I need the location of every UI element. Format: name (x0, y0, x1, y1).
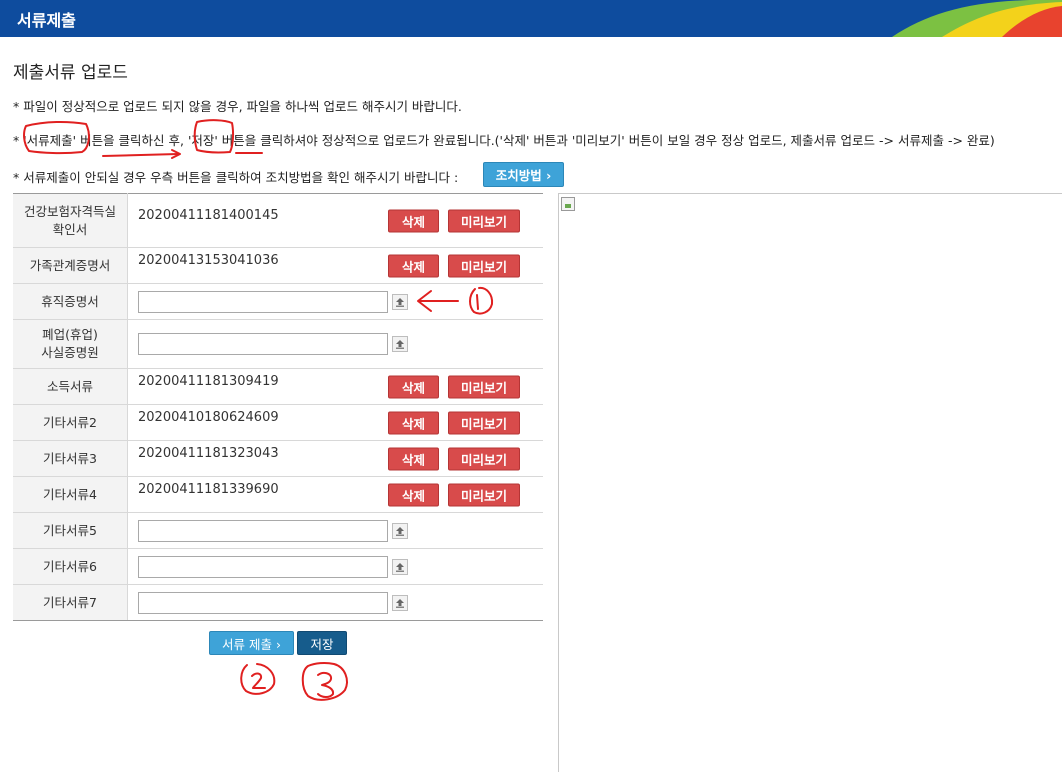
save-button[interactable]: 저장 (297, 631, 347, 655)
document-label: 기타서류3 (13, 440, 128, 477)
preview-button[interactable]: 미리보기 (448, 447, 520, 470)
document-row: 소득서류 20200411181309419 삭제 미리보기 (13, 368, 543, 405)
notice-submit-save: * '서류제출' 버튼을 클릭하신 후, '저장' 버튼을 클릭하셔야 정상적으… (13, 133, 995, 148)
notice-upload-one: * 파일이 정상적으로 업로드 되지 않을 경우, 파일을 하나씩 업로드 해주… (13, 99, 462, 114)
header-title: 서류제출 (17, 11, 76, 30)
delete-button[interactable]: 삭제 (388, 209, 439, 232)
document-label: 기타서류2 (13, 404, 128, 441)
document-row: 기타서류6 (13, 548, 543, 585)
notice-fix-method: * 서류제출이 안되실 경우 우측 버튼을 클릭하여 조치방법을 확인 해주시기… (13, 170, 459, 185)
submit-documents-button[interactable]: 서류 제출 › (209, 631, 294, 655)
document-table: 건강보험자격득실 확인서 20200411181400145 삭제 미리보기 가족관계증… (13, 193, 543, 621)
upload-icon[interactable] (392, 594, 408, 611)
preview-button[interactable]: 미리보기 (448, 411, 520, 434)
document-value-cell: 20200411181309419 삭제 미리보기 (127, 368, 543, 405)
upload-icon[interactable] (392, 522, 408, 539)
uploaded-file-name: 20200411181339690 (138, 481, 279, 497)
preview-button[interactable]: 미리보기 (448, 375, 520, 398)
page-title: 제출서류 업로드 (13, 63, 128, 83)
header-bar: 서류제출 (0, 0, 1062, 37)
upload-icon[interactable] (392, 293, 408, 310)
document-label: 기타서류7 (13, 584, 128, 621)
header-decoration (892, 0, 1062, 37)
document-row: 건강보험자격득실 확인서 20200411181400145 삭제 미리보기 (13, 193, 543, 248)
uploaded-file-name: 20200411181323043 (138, 445, 279, 461)
document-value-cell: 20200411181400145 삭제 미리보기 (127, 193, 543, 248)
document-value-cell (127, 512, 543, 549)
delete-button[interactable]: 삭제 (388, 411, 439, 434)
delete-button[interactable]: 삭제 (388, 254, 439, 277)
document-row: 폐업(휴업) 사실증명원 (13, 319, 543, 369)
delete-button[interactable]: 삭제 (388, 375, 439, 398)
document-label: 폐업(휴업) 사실증명원 (13, 319, 128, 369)
document-label: 기타서류5 (13, 512, 128, 549)
document-label: 소득서류 (13, 368, 128, 405)
document-row: 기타서류2 20200410180624609 삭제 미리보기 (13, 404, 543, 441)
document-value-cell (127, 319, 543, 369)
file-path-input[interactable] (138, 519, 388, 542)
uploaded-file-name: 20200411181309419 (138, 373, 279, 389)
document-row: 휴직증명서 (13, 283, 543, 320)
document-value-cell (127, 283, 543, 320)
document-row: 가족관계증명서 20200413153041036 삭제 미리보기 (13, 247, 543, 284)
document-row: 기타서류5 (13, 512, 543, 549)
file-path-input[interactable] (138, 290, 388, 313)
document-value-cell: 20200413153041036 삭제 미리보기 (127, 247, 543, 284)
document-row: 기타서류4 20200411181339690 삭제 미리보기 (13, 476, 543, 513)
upload-icon[interactable] (392, 336, 408, 352)
document-row: 기타서류7 (13, 584, 543, 621)
file-path-input[interactable] (138, 591, 388, 614)
file-path-input[interactable] (138, 333, 388, 355)
document-label: 건강보험자격득실 확인서 (13, 193, 128, 248)
preview-button[interactable]: 미리보기 (448, 209, 520, 232)
uploaded-file-name: 20200411181400145 (138, 207, 279, 223)
document-value-cell: 20200411181323043 삭제 미리보기 (127, 440, 543, 477)
preview-button[interactable]: 미리보기 (448, 483, 520, 506)
document-label: 기타서류4 (13, 476, 128, 513)
preview-button[interactable]: 미리보기 (448, 254, 520, 277)
upload-icon[interactable] (392, 558, 408, 575)
document-label: 휴직증명서 (13, 283, 128, 320)
delete-button[interactable]: 삭제 (388, 483, 439, 506)
document-value-cell (127, 548, 543, 585)
broken-image-icon (561, 197, 575, 211)
document-value-cell (127, 584, 543, 621)
file-path-input[interactable] (138, 555, 388, 578)
document-value-cell: 20200411181339690 삭제 미리보기 (127, 476, 543, 513)
document-row: 기타서류3 20200411181323043 삭제 미리보기 (13, 440, 543, 477)
document-value-cell: 20200410180624609 삭제 미리보기 (127, 404, 543, 441)
document-label: 가족관계증명서 (13, 247, 128, 284)
uploaded-file-name: 20200410180624609 (138, 409, 279, 425)
delete-button[interactable]: 삭제 (388, 447, 439, 470)
fix-method-button[interactable]: 조치방법 › (483, 162, 564, 187)
uploaded-file-name: 20200413153041036 (138, 252, 279, 268)
document-label: 기타서류6 (13, 548, 128, 585)
preview-panel (558, 193, 1062, 772)
